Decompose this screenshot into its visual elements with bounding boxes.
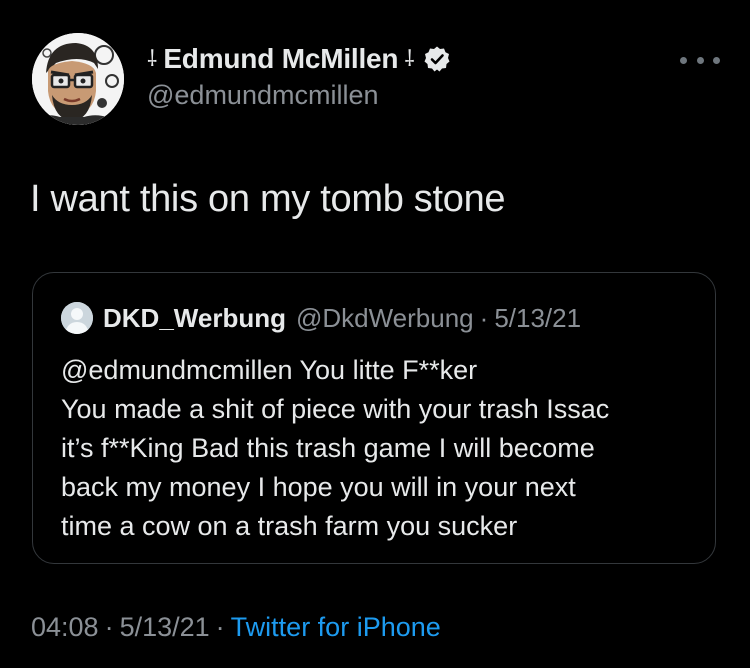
quoted-text-line: You made a shit of piece with your trash…: [61, 394, 610, 424]
cross-icon: ⸸: [147, 46, 158, 71]
cross-icon: ⸸: [404, 46, 415, 71]
author-display-name[interactable]: Edmund McMillen: [163, 43, 398, 75]
quoted-tweet-text: @edmundmcmillen You litte F**ker You mad…: [61, 351, 609, 546]
more-options-icon[interactable]: [680, 48, 720, 72]
quoted-text-line: @edmundmcmillen You litte F**ker: [61, 355, 478, 385]
quoted-text-line: back my money I hope you will in your ne…: [61, 472, 576, 502]
quoted-tweet[interactable]: DKD_Werbung @DkdWerbung · 5/13/21 @edmun…: [32, 272, 716, 564]
quoted-tweet-header: DKD_Werbung @DkdWerbung · 5/13/21: [61, 301, 581, 335]
tweet-text: I want this on my tomb stone: [30, 178, 506, 220]
author-name-row[interactable]: ⸸ Edmund McMillen ⸸: [147, 41, 451, 77]
tweet-detail: ⸸ Edmund McMillen ⸸ @edmundmcmillen I wa…: [0, 0, 750, 668]
separator-dot: ·: [479, 302, 489, 333]
quoted-handle: @DkdWerbung: [295, 302, 474, 333]
quoted-text-line: it’s f**King Bad this trash game I will …: [61, 433, 595, 463]
author-handle[interactable]: @edmundmcmillen: [147, 80, 379, 111]
tweet-date: 5/13/21: [119, 612, 210, 642]
quoted-text-line: time a cow on a trash farm you sucker: [61, 511, 518, 541]
verified-badge-icon: [423, 45, 451, 73]
tweet-meta: 04:08 · 5/13/21 · Twitter for iPhone: [31, 612, 441, 643]
quoted-display-name: DKD_Werbung: [103, 302, 286, 333]
separator-dot: ·: [104, 612, 114, 642]
author-avatar[interactable]: [32, 33, 124, 125]
cartoon-portrait-avatar-icon: [32, 33, 124, 125]
tweet-time: 04:08: [31, 612, 99, 642]
default-avatar-icon: [61, 302, 93, 334]
separator-dot: ·: [215, 612, 225, 642]
tweet-source-link[interactable]: Twitter for iPhone: [231, 612, 441, 642]
quoted-date: 5/13/21: [494, 302, 582, 333]
